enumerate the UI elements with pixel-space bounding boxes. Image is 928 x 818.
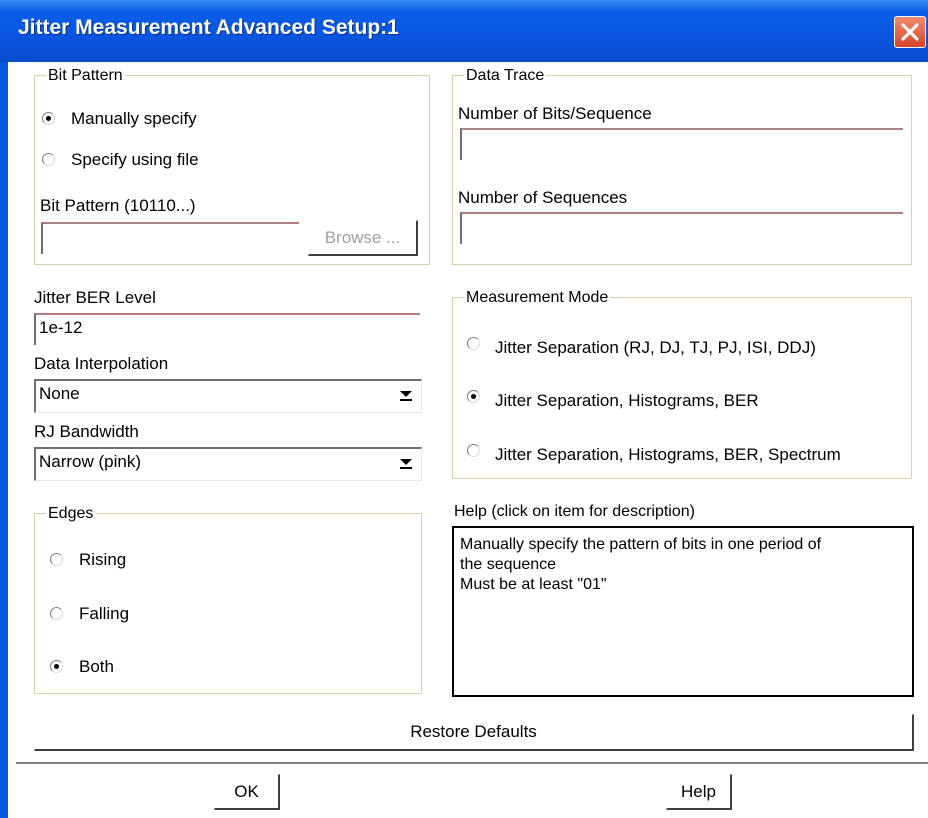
- help-description-box: Manually specify the pattern of bits in …: [452, 526, 914, 697]
- edges-both-label[interactable]: Both: [79, 657, 114, 677]
- title-bar[interactable]: Jitter Measurement Advanced Setup:1: [0, 0, 928, 62]
- mode-histograms-ber-label[interactable]: Jitter Separation, Histograms, BER: [495, 391, 759, 411]
- radio-edges-both[interactable]: [50, 660, 63, 673]
- browse-button-label: Browse ...: [324, 228, 401, 247]
- window-frame-left: [0, 62, 8, 818]
- bits-per-sequence-input[interactable]: [460, 128, 903, 160]
- data-trace-group-label: Data Trace: [464, 67, 547, 85]
- help-line: Must be at least "01": [460, 576, 607, 593]
- bit-pattern-input[interactable]: [41, 222, 299, 254]
- radio-manually-specify-label[interactable]: Manually specify: [71, 109, 197, 129]
- close-button[interactable]: [894, 16, 926, 48]
- chevron-down-icon: [400, 459, 412, 469]
- jitter-ber-level-input[interactable]: 1e-12: [34, 313, 420, 345]
- window-title: Jitter Measurement Advanced Setup:1: [18, 16, 399, 39]
- help-button[interactable]: Help: [666, 774, 732, 810]
- radio-mode-jitter-separation[interactable]: [467, 337, 480, 350]
- browse-button[interactable]: Browse ...: [308, 220, 418, 256]
- measurement-mode-group-label: Measurement Mode: [464, 289, 611, 307]
- rj-bandwidth-select[interactable]: Narrow (pink): [34, 447, 422, 481]
- radio-mode-histograms-ber-spectrum[interactable]: [467, 444, 480, 457]
- help-description-label: Help (click on item for description): [454, 503, 695, 520]
- edges-group-label: Edges: [46, 505, 96, 523]
- radio-specify-using-file-label[interactable]: Specify using file: [71, 150, 199, 170]
- help-button-label: Help: [681, 782, 716, 801]
- rj-bandwidth-dropdown-button[interactable]: [394, 449, 418, 479]
- dialog-window: Jitter Measurement Advanced Setup:1 Bit …: [0, 0, 928, 818]
- edges-rising-label[interactable]: Rising: [79, 550, 126, 570]
- rj-bandwidth-label: RJ Bandwidth: [34, 422, 139, 441]
- mode-jitter-separation-label[interactable]: Jitter Separation (RJ, DJ, TJ, PJ, ISI, …: [495, 338, 816, 358]
- number-of-sequences-input[interactable]: [460, 212, 903, 244]
- mode-histograms-ber-spectrum-label[interactable]: Jitter Separation, Histograms, BER, Spec…: [495, 445, 841, 465]
- bits-per-sequence-label: Number of Bits/Sequence: [458, 104, 652, 123]
- radio-selected-dot: [46, 116, 51, 121]
- radio-specify-using-file[interactable]: [42, 153, 55, 166]
- radio-edges-falling[interactable]: [50, 607, 63, 620]
- bit-pattern-field-label: Bit Pattern (10110...): [40, 196, 196, 215]
- help-line: Manually specify the pattern of bits in …: [460, 536, 822, 553]
- jitter-ber-level-label: Jitter BER Level: [34, 288, 156, 307]
- separator-line: [16, 762, 928, 764]
- radio-selected-dot: [471, 394, 476, 399]
- radio-mode-histograms-ber[interactable]: [467, 390, 480, 403]
- rj-bandwidth-value: Narrow (pink): [39, 452, 142, 471]
- dialog-client-area: Bit Pattern Manually specify Specify usi…: [8, 62, 928, 818]
- close-icon: [901, 23, 919, 41]
- chevron-down-icon: [400, 391, 412, 401]
- restore-defaults-button[interactable]: Restore Defaults: [34, 714, 914, 751]
- data-interpolation-select[interactable]: None: [34, 379, 422, 413]
- bit-pattern-group-label: Bit Pattern: [46, 67, 125, 85]
- radio-manually-specify[interactable]: [42, 112, 55, 125]
- ok-button[interactable]: OK: [214, 774, 280, 810]
- radio-edges-rising[interactable]: [50, 553, 63, 566]
- number-of-sequences-label: Number of Sequences: [458, 188, 628, 207]
- jitter-ber-level-value: 1e-12: [39, 318, 83, 337]
- data-interpolation-value: None: [39, 384, 80, 403]
- restore-defaults-label: Restore Defaults: [410, 722, 537, 741]
- help-line: the sequence: [460, 556, 557, 573]
- radio-selected-dot: [54, 664, 59, 669]
- edges-falling-label[interactable]: Falling: [79, 604, 129, 624]
- ok-button-label: OK: [234, 782, 259, 801]
- data-interpolation-label: Data Interpolation: [34, 354, 169, 373]
- data-interpolation-dropdown-button[interactable]: [394, 381, 418, 411]
